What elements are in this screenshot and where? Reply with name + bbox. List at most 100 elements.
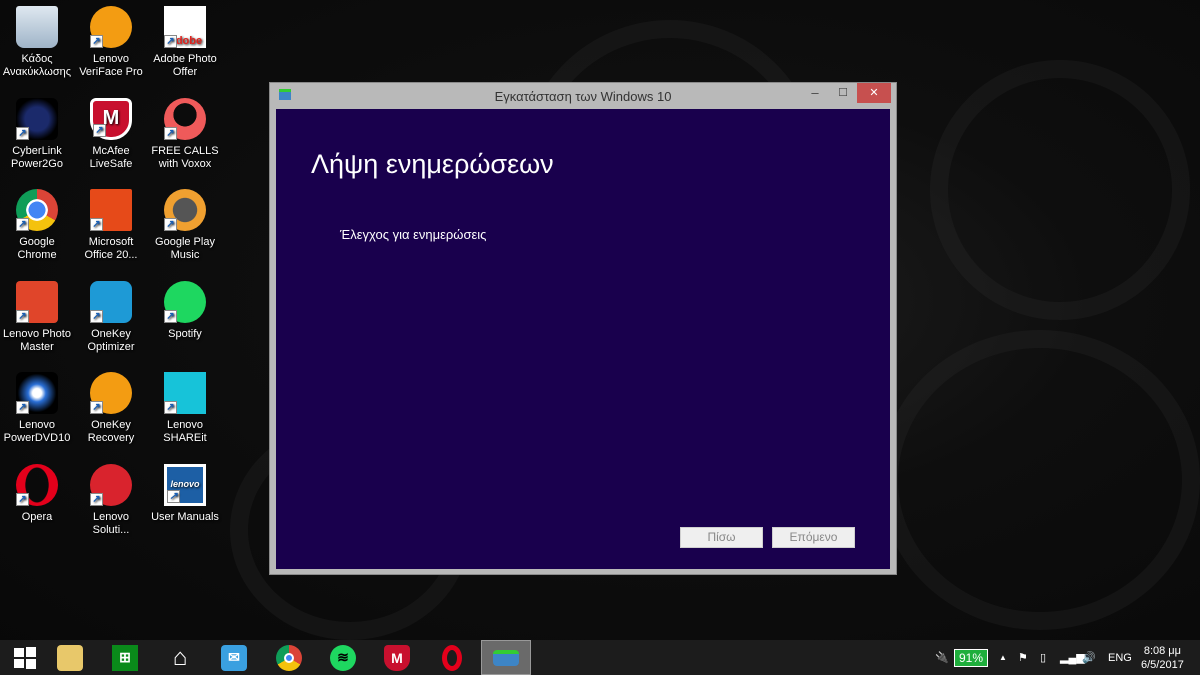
setup-icon	[493, 649, 519, 666]
desktop-icon[interactable]: ↗ OneKey Optimizer	[74, 280, 148, 354]
shortcut-arrow-icon: ↗	[93, 123, 106, 137]
home-icon: ⌂	[172, 643, 188, 671]
taskbar-chrome[interactable]	[264, 640, 314, 675]
clock-date: 6/5/2017	[1141, 658, 1184, 671]
desktop-icon-label: Lenovo SHAREit	[163, 419, 207, 444]
title-bar[interactable]: Εγκατάσταση των Windows 10 ‒ ☐ ✕	[270, 83, 896, 109]
shortcut-arrow-icon: ↗	[164, 309, 177, 323]
play-music-icon: ↗	[164, 189, 206, 231]
opera-icon	[442, 644, 462, 671]
mcafee-icon: M ↗	[90, 97, 132, 140]
shortcut-arrow-icon: ↗	[16, 218, 29, 231]
shortcut-arrow-icon: ↗	[16, 492, 29, 506]
maximize-button[interactable]: ☐	[830, 83, 856, 103]
taskbar-windows10-setup[interactable]	[481, 640, 531, 675]
power-icon[interactable]: 🔌	[935, 640, 949, 675]
desktop-icon[interactable]: ↗ CyberLink Power2Go	[0, 97, 74, 171]
onekey-optimizer-icon: ↗	[90, 280, 132, 323]
desktop-icon[interactable]: ↗ Lenovo Photo Master	[0, 280, 74, 354]
volume-icon[interactable]: 🔊	[1082, 640, 1096, 675]
spotify-icon: ≋	[330, 644, 356, 671]
taskbar-home[interactable]: ⌂	[155, 640, 205, 675]
shortcut-arrow-icon: ↗	[164, 401, 177, 414]
start-button[interactable]	[0, 640, 50, 675]
desktop-icon-label: Spotify	[168, 327, 202, 340]
wallpaper-swirl	[930, 60, 1190, 320]
desktop-icon-label: Adobe Photo Offer	[153, 53, 217, 78]
desktop-icon-label: Κάδος Ανακύκλωσης	[2, 53, 72, 78]
mcafee-icon: M	[384, 644, 410, 671]
desktop-icon[interactable]: ↗ Lenovo SHAREit	[148, 372, 222, 445]
shortcut-arrow-icon: ↗	[16, 309, 29, 323]
taskbar-opera[interactable]	[427, 640, 477, 675]
shortcut-arrow-icon: ↗	[90, 35, 103, 48]
clock[interactable]: 8:08 μμ 6/5/2017	[1141, 640, 1184, 675]
clock-time: 8:08 μμ	[1143, 644, 1181, 657]
page-heading: Λήψη ενημερώσεων	[311, 149, 554, 179]
battery-percent: 91%	[954, 648, 989, 667]
battery-indicator[interactable]: 91%	[954, 640, 989, 675]
close-button[interactable]: ✕	[857, 83, 891, 103]
desktop-icon-label: McAfee LiveSafe	[89, 144, 133, 170]
opera-icon: ↗	[16, 463, 58, 506]
desktop-icon[interactable]: ↗ OneKey Recovery	[74, 372, 148, 445]
recycle-bin-icon	[16, 6, 58, 48]
desktop-icon[interactable]: ↗ Lenovo VeriFace Pro	[74, 6, 148, 79]
lenovo-solutions-icon: ↗	[90, 463, 132, 506]
desktop-icon[interactable]: Adobe ↗ Adobe Photo Offer	[148, 6, 222, 79]
desktop-icon-label: OneKey Optimizer	[87, 327, 135, 353]
setup-content: Λήψη ενημερώσεων Έλεγχος για ενημερώσεις…	[276, 109, 890, 569]
desktop-icon[interactable]: ↗ Microsoft Office 20...	[74, 189, 148, 262]
adobe-icon: Adobe ↗	[164, 6, 206, 48]
user-manuals-icon: lenovo ↗	[164, 463, 206, 506]
desktop-icon-label: User Manuals	[151, 510, 219, 523]
show-hidden-icons-button[interactable]: ▲	[999, 640, 1007, 675]
desktop-icon-label: Google Play Music	[155, 236, 215, 261]
power2go-icon: ↗	[16, 97, 58, 140]
shortcut-arrow-icon: ↗	[16, 126, 29, 140]
shortcut-arrow-icon: ↗	[164, 35, 177, 48]
desktop-icon[interactable]: ↗ Opera	[0, 463, 74, 524]
taskbar-store[interactable]: ⊞	[100, 640, 150, 675]
taskbar-mcafee[interactable]: M	[372, 640, 422, 675]
shortcut-arrow-icon: ↗	[90, 309, 103, 323]
desktop-icon-label: CyberLink Power2Go	[11, 144, 63, 170]
shortcut-arrow-icon: ↗	[90, 401, 103, 414]
desktop-icon[interactable]: ↗ FREE CALLS with Voxox	[148, 97, 222, 171]
desktop-icon[interactable]: Κάδος Ανακύκλωσης	[0, 6, 74, 79]
desktop-icon[interactable]: ↗ Spotify	[148, 280, 222, 341]
desktop-icon[interactable]: ↗ Lenovo Soluti...	[74, 463, 148, 537]
status-text: Έλεγχος για ενημερώσεις	[340, 227, 487, 242]
desktop-icon-label: Opera	[21, 510, 53, 523]
taskbar-file-explorer[interactable]	[45, 640, 95, 675]
desktop-icon-label: OneKey Recovery	[87, 419, 135, 444]
photo-master-icon: ↗	[16, 280, 58, 323]
taskbar-spotify[interactable]: ≋	[318, 640, 368, 675]
desktop-icon[interactable]: M ↗ McAfee LiveSafe	[74, 97, 148, 171]
mail-icon: ✉	[221, 644, 247, 671]
desktop-icon[interactable]: ↗ Lenovo PowerDVD10	[0, 372, 74, 445]
desktop-icon[interactable]: lenovo ↗ User Manuals	[148, 463, 222, 524]
desktop-icon-label: Lenovo Photo Master	[3, 327, 71, 353]
store-icon: ⊞	[112, 644, 138, 671]
desktop-icon-label: Lenovo Soluti...	[92, 510, 130, 536]
shareit-icon: ↗	[164, 372, 206, 414]
desktop-icon-label: Lenovo PowerDVD10	[3, 419, 71, 444]
veriface-icon: ↗	[90, 6, 132, 48]
network-signal-icon[interactable]: ▂▄▆	[1060, 640, 1085, 675]
desktop-icon-label: Google Chrome	[17, 236, 57, 261]
taskbar-mail[interactable]: ✉	[209, 640, 259, 675]
voxox-icon: ↗	[164, 97, 206, 140]
language-indicator[interactable]: ENG	[1108, 640, 1132, 675]
shortcut-arrow-icon: ↗	[167, 489, 180, 503]
spotify-icon: ↗	[164, 280, 206, 323]
back-button[interactable]: Πίσω	[680, 527, 763, 548]
next-button[interactable]: Επόμενο	[772, 527, 855, 548]
desktop-icon[interactable]: ↗ Google Chrome	[0, 189, 74, 262]
action-center-flag-icon[interactable]: ⚑	[1018, 640, 1028, 675]
shortcut-arrow-icon: ↗	[90, 218, 103, 231]
minimize-button[interactable]: ‒	[802, 83, 828, 103]
desktop-icon[interactable]: ↗ Google Play Music	[148, 189, 222, 262]
chrome-icon: ↗	[16, 189, 58, 231]
device-icon[interactable]: ▯	[1040, 640, 1046, 675]
